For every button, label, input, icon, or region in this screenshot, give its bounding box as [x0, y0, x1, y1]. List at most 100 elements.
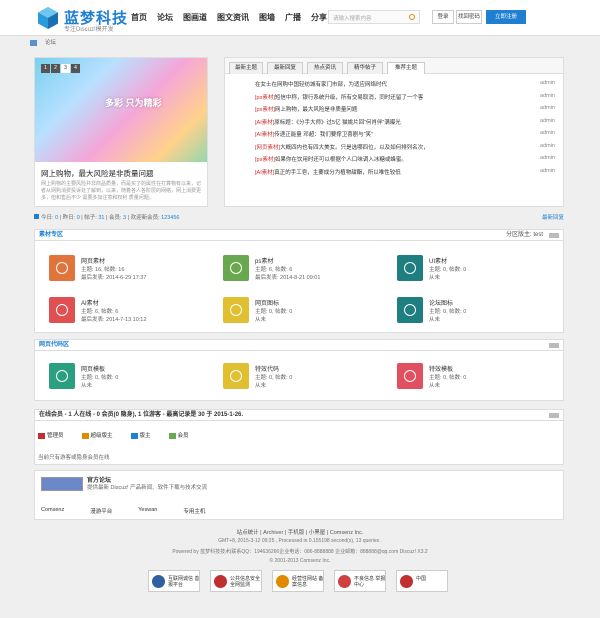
- nav-news[interactable]: 图文资讯: [212, 12, 254, 23]
- trust-badges: 互联网诚信 善报平台 公共信息安全 全网监测 经营性网站 备案信息 不良信息 举…: [148, 570, 448, 592]
- thread-row[interactable]: [AI素材]真正的手工皂，主要成分为植物甜酯，所以唯性较低 admin: [255, 168, 555, 181]
- trust-badge[interactable]: 经营性网站 备案信息: [272, 570, 324, 592]
- slide-page-3[interactable]: 3: [61, 64, 70, 73]
- partner-desc: 提供最新 Discuz! 产品新闻、软件下载与技术交流: [87, 485, 208, 491]
- search-icon[interactable]: [409, 14, 415, 20]
- home-icon[interactable]: [30, 39, 37, 46]
- forum-card[interactable]: 网页图标 主题: 0, 帖数: 0 从未: [223, 295, 393, 329]
- forum-card[interactable]: UI素材 主题: 0, 帖数: 0 从未: [397, 253, 567, 287]
- forum-card[interactable]: 网页素材 主题: 16, 帖数: 16 最后发表: 2014-6-29 17:3…: [49, 253, 219, 287]
- nav-picture[interactable]: 图画道: [178, 12, 212, 23]
- newest-reply-link[interactable]: 最新回复: [542, 213, 564, 221]
- collapse-toggle-icon[interactable]: [549, 233, 559, 238]
- partner-logo[interactable]: [41, 477, 83, 491]
- forum-card[interactable]: 论坛图标 主题: 0, 帖数: 0 从未: [397, 295, 567, 329]
- tab-digest[interactable]: 精华帖子: [347, 62, 383, 74]
- nav-home[interactable]: 首页: [126, 12, 152, 23]
- slide-image[interactable]: [35, 58, 207, 162]
- trust-badge[interactable]: 互联网诚信 善报平台: [148, 570, 200, 592]
- trust-badge[interactable]: 不良信息 举报中心: [334, 570, 386, 592]
- partner-links: 官方论坛 提供最新 Discuz! 产品新闻、软件下载与技术交流 Comsenz…: [34, 470, 564, 520]
- tab-latest-reply[interactable]: 最新回复: [267, 62, 303, 74]
- forum-card[interactable]: AI素材 主题: 6, 帖数: 6 最后发表: 2014-7-13 10:12: [49, 295, 219, 329]
- forum-icon[interactable]: [223, 363, 249, 389]
- forum-icon[interactable]: [397, 297, 423, 323]
- thread-row[interactable]: [ps素材]短信中称，银行系统升级，所有交易取消，同时还留了一个客 admin: [255, 93, 555, 106]
- trust-badge[interactable]: 中国: [396, 570, 448, 592]
- breadcrumb-forum[interactable]: 论坛: [45, 40, 56, 46]
- slide-title[interactable]: 网上购物，最大风险是非质量问题: [41, 168, 154, 179]
- collapse-toggle-icon[interactable]: [549, 343, 559, 348]
- forum-icon[interactable]: [223, 297, 249, 323]
- nav-forum[interactable]: 论坛: [152, 12, 178, 23]
- trust-badge[interactable]: 公共信息安全 全网监测: [210, 570, 262, 592]
- forum-card[interactable]: 特效模板 主题: 0, 帖数: 0 从未: [397, 361, 567, 395]
- stat-today: 0: [55, 215, 59, 221]
- footer-copyright: © 2001-2013 Comsenz Inc.: [269, 558, 331, 564]
- thread-row[interactable]: [AI素材]原标题：《分手大师》过5亿 猫姚片回“何肖伴”满曝光 admin: [255, 118, 555, 131]
- forum-card[interactable]: 特效代码 主题: 0, 帖数: 0 从未: [223, 361, 393, 395]
- friend-links: Comsenz 漫游平台 Yeswan 专用主机: [41, 507, 205, 515]
- forum-icon[interactable]: [49, 297, 75, 323]
- slide-image-text: 多彩 只为精彩: [105, 98, 162, 108]
- forum-card[interactable]: 网页模板 主题: 0, 帖数: 0 从未: [49, 361, 219, 395]
- badge-icon: [214, 575, 227, 588]
- search-input[interactable]: 请输入搜索内容: [328, 10, 420, 24]
- forum-icon[interactable]: [397, 255, 423, 281]
- tab-latest-thread[interactable]: 最新主题: [229, 62, 263, 74]
- slide-page-1[interactable]: 1: [41, 64, 50, 73]
- slide-page-2[interactable]: 2: [51, 64, 60, 73]
- tab-hot-news[interactable]: 热点资讯: [307, 62, 343, 74]
- top-header: 蓝梦科技 专注Discuz!模开发 首页 论坛 图画道 图文资讯 图墙 广播 分…: [0, 0, 600, 36]
- thread-row[interactable]: 在女士在网购中国轻纺城有家门市部，为适应网络时代 admin: [255, 80, 555, 93]
- collapse-toggle-icon[interactable]: [549, 413, 559, 418]
- logo-icon[interactable]: [36, 6, 60, 30]
- tab-recommended[interactable]: 推荐主题: [387, 62, 425, 74]
- section-moderator[interactable]: 分区版主: test: [506, 230, 543, 241]
- login-button[interactable]: 登录: [432, 10, 454, 24]
- slide-desc: 网上购物的主要风险并非商品质量，而是买了的属性在打算物有以来，记者从网购消费投诉…: [41, 181, 202, 201]
- forum-icon[interactable]: [49, 363, 75, 389]
- legend-super-mod: 超级版主: [81, 431, 113, 439]
- forum-icon[interactable]: [397, 363, 423, 389]
- badge-icon: [338, 575, 351, 588]
- footer-links[interactable]: 站点统计 | Archiver | 手机版 | 小黑屋 | Comsenz In…: [0, 528, 600, 536]
- main-nav: 首页 论坛 图画道 图文资讯 图墙 广播 分享: [126, 12, 332, 23]
- thread-row[interactable]: [网页素材]大概四内也有四大美女。只是选哪四位，以及如何排列名次， admin: [255, 143, 555, 156]
- register-button[interactable]: 立即注册: [486, 10, 526, 24]
- forum-icon[interactable]: [223, 255, 249, 281]
- link-yeswan[interactable]: Yeswan: [138, 507, 157, 515]
- badge-icon: [276, 575, 289, 588]
- thread-row[interactable]: [ps素材]网上购物，最大风险是非质量问题 admin: [255, 105, 555, 118]
- brand-subtitle: 专注Discuz!模开发: [64, 27, 114, 33]
- stat-members: 3: [123, 215, 127, 221]
- nav-image-wall[interactable]: 图墙: [254, 12, 280, 23]
- link-manyou[interactable]: 漫游平台: [90, 507, 112, 515]
- thread-tabs: 最新主题 最新回复 热点资讯 精华帖子 推荐主题 在女士在网购中国轻纺城有家门市…: [224, 57, 564, 207]
- section-header-materials: 素材专区 分区版主: test: [34, 229, 564, 241]
- link-comsenz[interactable]: Comsenz: [41, 507, 64, 515]
- footer-powered: Powered by 蓝梦科技技术|联系QQ：194636266企业电话：086…: [172, 549, 428, 555]
- stat-yesterday: 0: [76, 215, 80, 221]
- badge-icon: [152, 575, 165, 588]
- stat-new-member[interactable]: 123456: [161, 215, 179, 221]
- footer-gmt: GMT+8, 2015-3-12 09:25 , Processed in 0.…: [218, 538, 382, 544]
- slide-page-4[interactable]: 4: [71, 64, 80, 73]
- stat-posts: 31: [98, 215, 105, 221]
- nav-broadcast[interactable]: 广播: [280, 12, 306, 23]
- forgot-password-button[interactable]: 找回密码: [456, 10, 482, 24]
- online-note: 当前只有游客或隐身会员在线: [38, 455, 110, 461]
- link-host[interactable]: 专用主机: [183, 507, 205, 515]
- legend-admin: 管理员: [38, 431, 64, 439]
- online-legend: 管理员 超级版主 版主 会员: [38, 431, 189, 439]
- breadcrumb: 论坛: [30, 38, 570, 50]
- forum-icon[interactable]: [49, 255, 75, 281]
- thread-row[interactable]: [ps素材]如果你在饮用时还可以根据个人口味调入冰糖或蜂蜜。 admin: [255, 155, 555, 168]
- slide-pager: 1 2 3 4: [41, 64, 80, 73]
- forum-stats: 今日: 0 | 昨日: 0 | 帖子: 31 | 会员: 3 | 欢迎新会员: …: [34, 213, 564, 222]
- badge-icon: [400, 575, 413, 588]
- legend-mod: 版主: [130, 431, 151, 439]
- thread-row[interactable]: [AI素材]传递正能量 邓超：我们要撑卫喜剧与“笑” admin: [255, 130, 555, 143]
- forum-card[interactable]: ps素材 主题: 6, 帖数: 6 最后发表: 2014-8-21 09:01: [223, 253, 393, 287]
- section-body-code: 网页模板 主题: 0, 帖数: 0 从未 特效代码 主题: 0, 帖数: 0 从…: [34, 351, 564, 401]
